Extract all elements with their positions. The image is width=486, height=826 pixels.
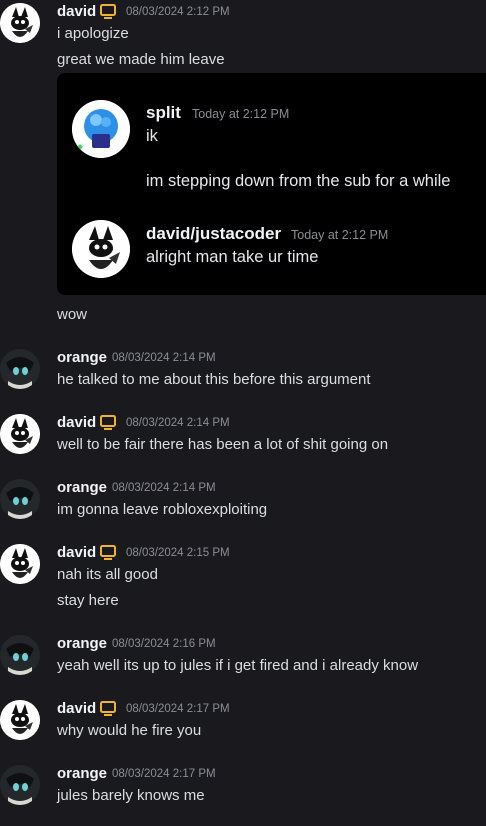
avatar[interactable] [0, 3, 40, 43]
username[interactable]: orange [57, 479, 107, 496]
username[interactable]: orange [57, 349, 107, 366]
cartoon-avatar-icon [0, 544, 40, 584]
message-text: wow [57, 306, 88, 323]
username[interactable]: david [57, 3, 96, 20]
timestamp: 08/03/2024 2:12 PM [126, 6, 230, 18]
timestamp: Today at 2:12 PM [192, 107, 290, 121]
avatar[interactable] [72, 220, 130, 278]
embedded-screenshot: split Today at 2:12 PM ik im stepping do… [57, 73, 486, 295]
avatar[interactable] [0, 479, 40, 519]
timestamp: 08/03/2024 2:14 PM [112, 482, 216, 494]
orange-avatar-icon [0, 635, 40, 675]
monitor-icon [100, 4, 116, 19]
monitor-icon [100, 415, 116, 430]
split-avatar-icon [72, 100, 130, 158]
avatar[interactable] [0, 700, 40, 740]
username[interactable]: orange [57, 635, 107, 652]
message-text: well to be fair there has been a lot of … [57, 436, 389, 453]
message-text: im gonna leave robloxexploiting [57, 501, 268, 518]
timestamp: Today at 2:12 PM [291, 228, 389, 242]
message-text: stay here [57, 592, 119, 609]
message-text: yeah well its up to jules if i get fired… [57, 657, 419, 674]
message-text: why would he fire you [57, 722, 202, 739]
avatar[interactable] [0, 635, 40, 675]
timestamp: 08/03/2024 2:15 PM [126, 547, 230, 559]
message-text: jules barely knows me [57, 787, 205, 804]
username[interactable]: orange [57, 765, 107, 782]
timestamp: 08/03/2024 2:14 PM [112, 352, 216, 364]
username[interactable]: david/justacoder [146, 224, 281, 244]
orange-avatar-icon [0, 479, 40, 519]
message-text: alright man take ur time [146, 248, 319, 266]
cartoon-avatar-icon [0, 414, 40, 454]
monitor-icon [100, 545, 116, 560]
avatar[interactable] [72, 100, 130, 158]
timestamp: 08/03/2024 2:17 PM [126, 703, 230, 715]
message-text: nah its all good [57, 566, 158, 583]
message-text: im stepping down from the sub for a whil… [146, 172, 451, 190]
avatar[interactable] [0, 414, 40, 454]
orange-avatar-icon [0, 765, 40, 805]
cartoon-avatar-icon [0, 700, 40, 740]
monitor-icon [100, 701, 116, 716]
message-text: he talked to me about this before this a… [57, 371, 371, 388]
username[interactable]: david [57, 414, 96, 431]
orange-avatar-icon [0, 349, 40, 389]
message-text: i apologize [57, 25, 129, 42]
avatar[interactable] [0, 765, 40, 805]
avatar[interactable] [0, 544, 40, 584]
cartoon-avatar-icon [72, 220, 130, 278]
username[interactable]: david [57, 544, 96, 561]
username[interactable]: david [57, 700, 96, 717]
username[interactable]: split [146, 103, 181, 123]
timestamp: 08/03/2024 2:17 PM [112, 768, 216, 780]
message-text: ik [146, 127, 158, 145]
message-text: great we made him leave [57, 51, 225, 68]
timestamp: 08/03/2024 2:14 PM [126, 417, 230, 429]
timestamp: 08/03/2024 2:16 PM [112, 638, 216, 650]
avatar[interactable] [0, 349, 40, 389]
cartoon-avatar-icon [0, 3, 40, 43]
